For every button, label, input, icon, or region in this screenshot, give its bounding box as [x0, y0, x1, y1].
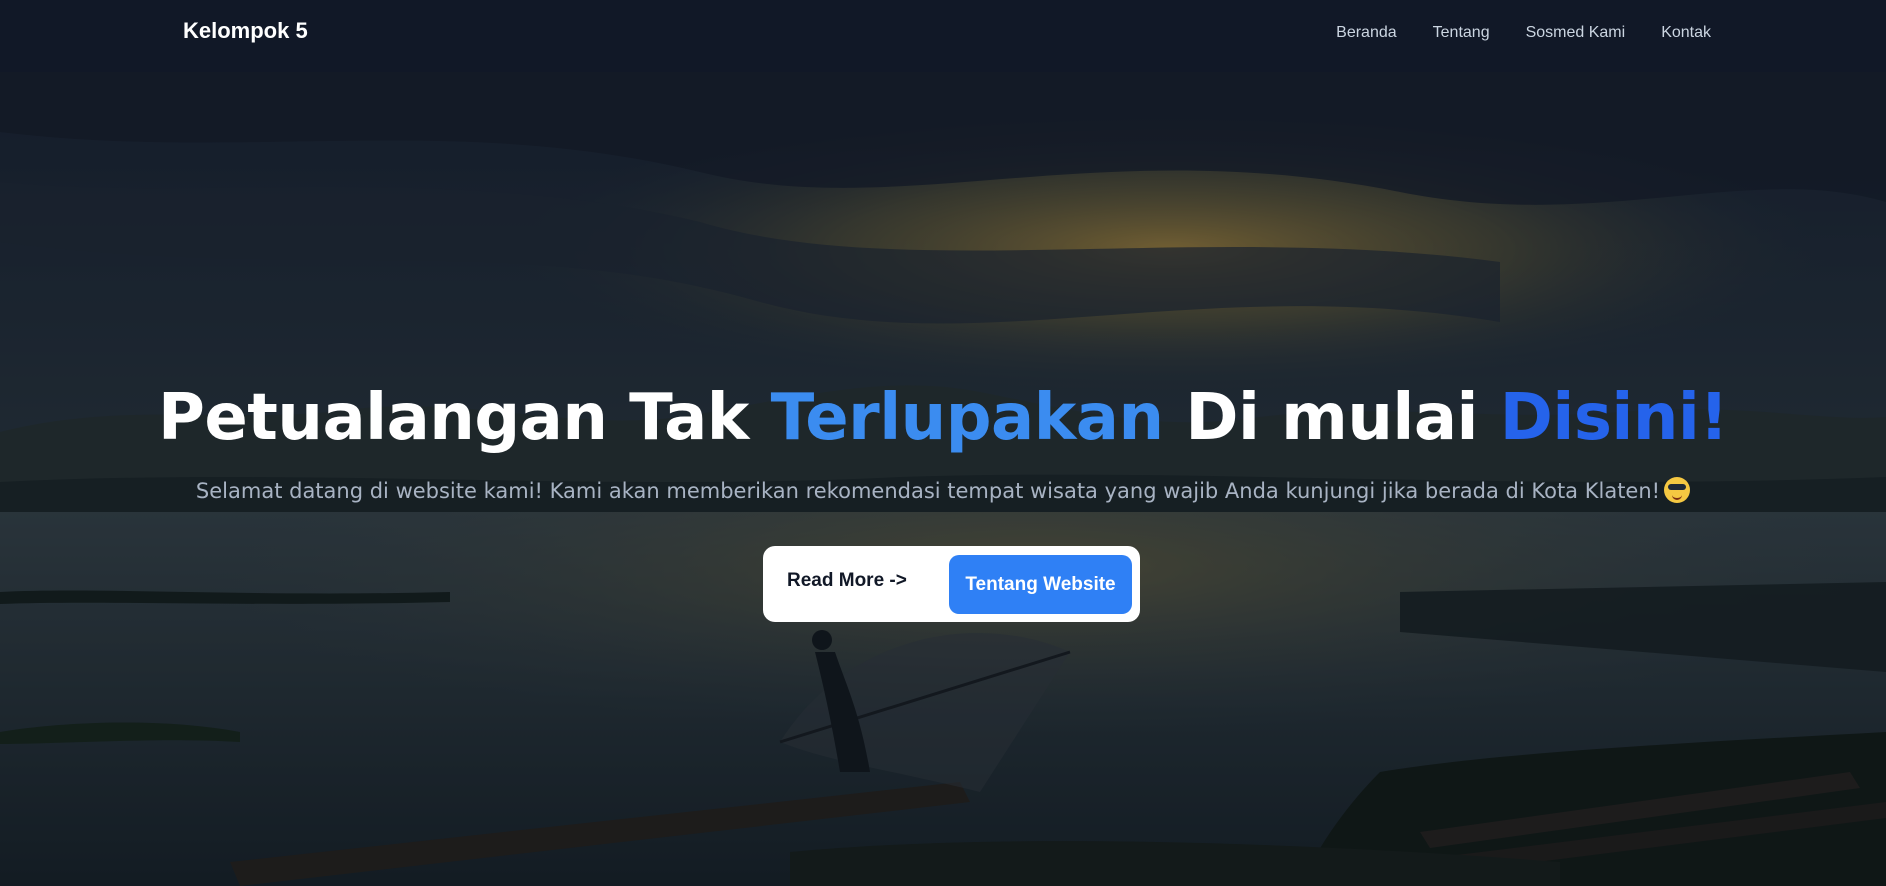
hero-title-part1: Petualangan Tak	[157, 381, 771, 455]
tentang-website-button[interactable]: Tentang Website	[949, 555, 1132, 614]
nav-link-kontak[interactable]: Kontak	[1661, 24, 1711, 42]
hero-title-part2: Di mulai	[1163, 381, 1500, 455]
nav-links: Beranda Tentang Sosmed Kami Kontak	[1336, 24, 1711, 42]
nav-link-sosmed-kami[interactable]: Sosmed Kami	[1526, 24, 1626, 42]
brand-logo[interactable]: Kelompok 5	[183, 18, 308, 44]
hero-content: Petualangan Tak Terlupakan Di mulai Disi…	[0, 72, 1886, 886]
hero-section: Petualangan Tak Terlupakan Di mulai Disi…	[0, 72, 1886, 886]
smiling-face-with-sunglasses-icon	[1664, 477, 1691, 503]
hero-button-group: Read More -> Tentang Website	[763, 546, 1140, 622]
hero-subtitle: Selamat datang di website kami! Kami aka…	[0, 476, 1886, 506]
nav-link-tentang[interactable]: Tentang	[1433, 24, 1490, 42]
hero-title: Petualangan Tak Terlupakan Di mulai Disi…	[0, 378, 1886, 458]
nav-link-beranda[interactable]: Beranda	[1336, 24, 1397, 42]
hero-title-highlight-disini: Disini!	[1499, 381, 1729, 455]
read-more-button[interactable]: Read More ->	[787, 570, 907, 592]
hero-subtitle-text: Selamat datang di website kami! Kami aka…	[195, 479, 1661, 503]
navbar: Kelompok 5 Beranda Tentang Sosmed Kami K…	[0, 0, 1886, 72]
hero-title-highlight-terlupakan: Terlupakan	[770, 381, 1164, 455]
